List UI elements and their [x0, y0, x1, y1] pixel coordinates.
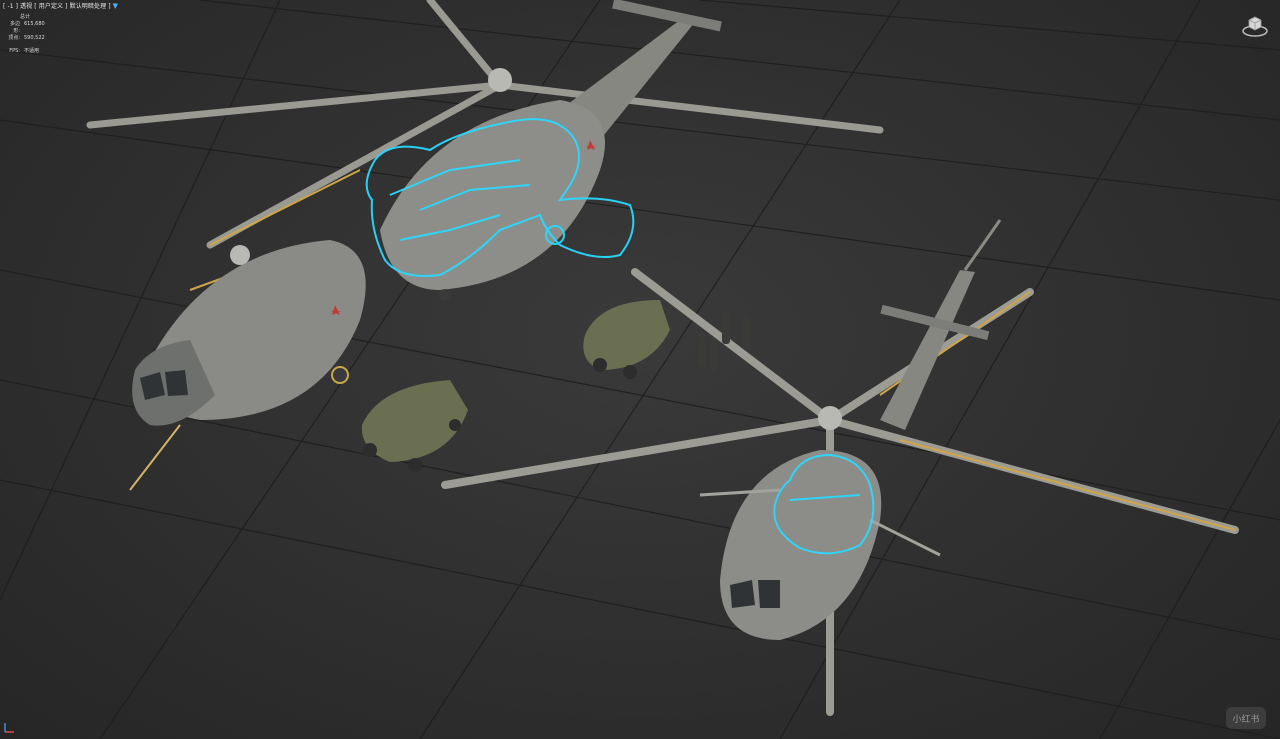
polys-value: 615,680: [24, 21, 45, 27]
watermark-logo: 小红书: [1226, 707, 1266, 729]
3d-viewport[interactable]: [ -1 ] 透视 [ 用户定义 ] 默认明暗处理 ] ▼ 总计 多边形: 615…: [0, 0, 1280, 739]
vehicle-jeep-1: [583, 300, 670, 379]
scene-statistics: 总计 多边形: 615,680 顶点: 590,522 FPS: 不适用: [6, 14, 45, 55]
scene-canvas[interactable]: [0, 0, 1280, 739]
fps-value: 不适用: [24, 48, 40, 54]
viewport-label[interactable]: [ -1 ] 透视 [ 用户定义 ] 默认明暗处理 ] ▼: [3, 1, 118, 10]
verts-label: 顶点:: [8, 35, 20, 41]
helicopter-right: [441, 219, 1239, 716]
viewcube-icon[interactable]: [1240, 10, 1270, 40]
vehicle-jeep-2: [361, 380, 468, 472]
stats-fps-row: FPS: 不适用: [6, 48, 45, 55]
verts-value: 590,522: [24, 35, 45, 41]
stats-header: 总计: [20, 14, 31, 20]
fps-label: FPS:: [9, 48, 20, 54]
stats-polys-row: 多边形: 615,680: [6, 21, 45, 35]
axis-gizmo-icon: [4, 723, 14, 733]
polys-label: 多边形:: [9, 21, 20, 34]
filter-icon[interactable]: ▼: [113, 2, 118, 10]
stats-verts-row: 顶点: 590,522: [6, 35, 45, 42]
viewport-label-text[interactable]: [ -1 ] 透视 [ 用户定义 ] 默认明暗处理 ]: [3, 3, 111, 10]
